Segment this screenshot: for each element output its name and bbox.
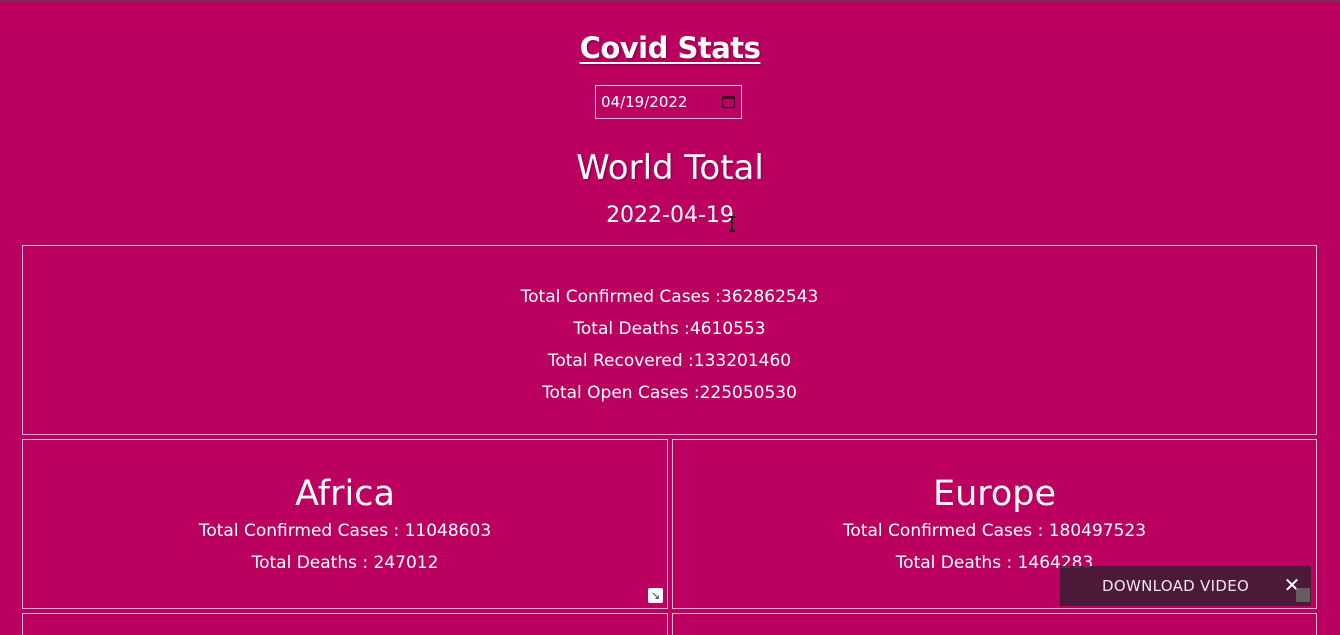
top-border: [0, 0, 1340, 2]
world-deaths: Total Deaths :4610553: [573, 319, 766, 339]
download-video-button[interactable]: DOWNLOAD VIDEO: [1102, 577, 1249, 595]
world-open-cases: Total Open Cases :225050530: [542, 383, 797, 403]
page-title: Covid Stats: [579, 31, 761, 65]
continent-card-africa: Africa Total Confirmed Cases : 11048603 …: [22, 439, 668, 609]
continent-card-partial: [672, 613, 1317, 635]
continent-card-partial: [22, 613, 668, 635]
world-confirmed-cases: Total Confirmed Cases :362862543: [520, 287, 819, 307]
text-cursor-icon: [729, 216, 735, 232]
continent-name: Africa: [295, 474, 395, 514]
continent-deaths: Total Deaths : 247012: [251, 553, 439, 573]
world-recovered: Total Recovered :133201460: [547, 351, 792, 371]
resize-icon[interactable]: ↘: [648, 588, 663, 603]
download-video-banner[interactable]: DOWNLOAD VIDEO ✕: [1060, 566, 1311, 606]
continent-confirmed-cases: Total Confirmed Cases : 180497523: [842, 521, 1147, 541]
continent-confirmed-cases: Total Confirmed Cases : 11048603: [198, 521, 492, 541]
continent-name: Europe: [932, 474, 1057, 514]
world-total-heading: World Total: [576, 148, 764, 188]
date-picker-input[interactable]: 04/19/2022: [595, 85, 742, 119]
corner-handle-icon: [1296, 588, 1310, 602]
calendar-icon[interactable]: [722, 96, 735, 108]
world-total-date: 2022-04-19: [606, 203, 734, 228]
date-value: 04/19/2022: [601, 93, 688, 111]
world-stats-card: Total Confirmed Cases :362862543 Total D…: [22, 245, 1317, 435]
